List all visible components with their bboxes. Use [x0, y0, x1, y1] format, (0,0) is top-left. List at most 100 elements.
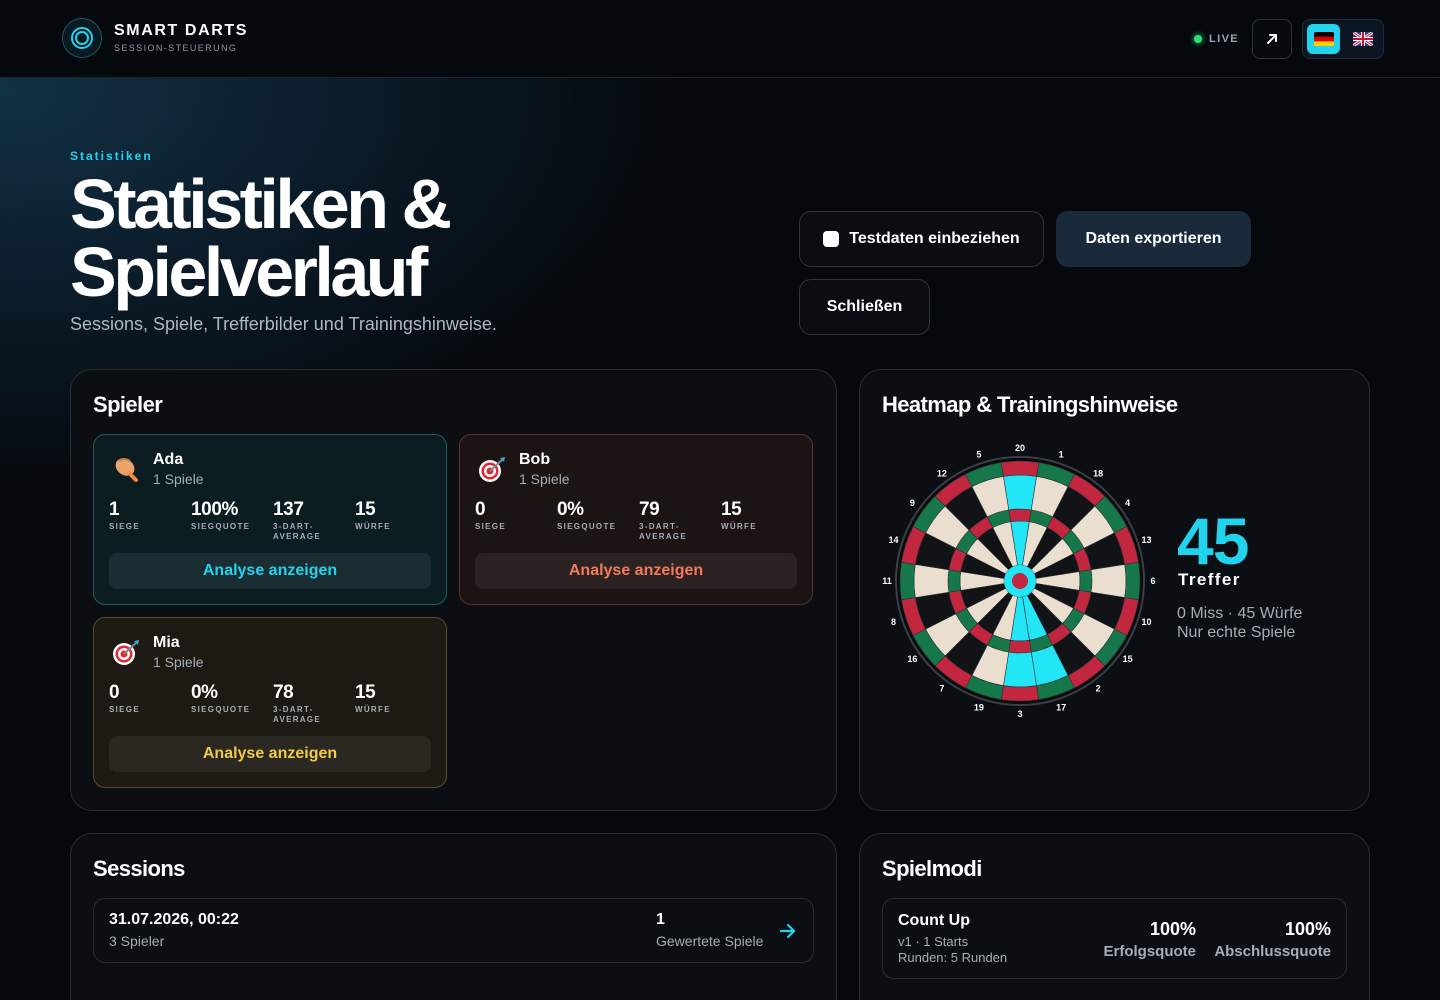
player-card-bob: Bob 1 Spiele 0 SIEGE 0% SIEGQUOTE 79 3-DART…	[459, 434, 813, 605]
stat-win-rate: 100% SIEGQUOTE	[191, 499, 271, 532]
segment-6-triple	[1078, 569, 1093, 593]
flag-uk-icon	[1352, 32, 1373, 46]
board-number-12: 12	[937, 468, 947, 478]
stat-value: 0	[109, 682, 120, 703]
segment-6-outer-single	[1090, 564, 1127, 598]
board-number-4: 4	[1125, 498, 1130, 508]
mode-row: Count Up v1 · 1 Starts Runden: 5 Runden …	[882, 898, 1347, 979]
stat-label: 3-DART- AVERAGE	[273, 705, 322, 724]
player-games: 1 Spiele	[153, 654, 204, 670]
segment-3-outer-single	[1003, 651, 1037, 688]
board-number-6: 6	[1150, 576, 1155, 586]
stat-label: 3-DART- AVERAGE	[273, 522, 322, 541]
mode-rounds: Runden: 5 Runden	[898, 950, 1008, 965]
segment-11-outer-single	[913, 564, 950, 598]
mode-success-rate: 100% Erfolgsquote	[1104, 919, 1197, 960]
stat-label: WÜRFE	[355, 705, 391, 714]
stat-value: 100%	[191, 499, 238, 520]
mode-name: Count Up	[898, 912, 970, 929]
hits-label: Treffer	[1178, 570, 1241, 589]
player-card-ada: Ada 1 Spiele 1 SIEGE 100% SIEGQUOTE 137 3-D…	[93, 434, 447, 605]
stat-label: Abschlussquote	[1214, 943, 1331, 960]
language-de-button[interactable]	[1307, 24, 1340, 54]
board-number-5: 5	[976, 450, 981, 460]
modes-panel-title: Spielmodi	[882, 856, 982, 881]
dartboard-heatmap: 20 1 18 4 13 6 10 15 2 17 3 19 7 16 8 11 14 9 12 5	[882, 443, 1155, 719]
stat-label: WÜRFE	[355, 522, 391, 531]
stat-value: 15	[721, 499, 742, 520]
show-analysis-button[interactable]: Analyse anzeigen	[109, 553, 431, 589]
hits-info: 0 Miss · 45 Würfe Nur echte Spiele	[1177, 604, 1302, 642]
stat-value: 100%	[1149, 919, 1196, 939]
stat-label: 3-DART- AVERAGE	[639, 522, 688, 541]
close-button[interactable]: Schließen	[799, 279, 930, 335]
show-analysis-button[interactable]: Analyse anzeigen	[475, 553, 797, 589]
live-label: LIVE	[1209, 33, 1240, 45]
session-row[interactable]: 31.07.2026, 00:22 3 Spieler 1 Gewertete …	[93, 898, 814, 963]
include-test-data-toggle[interactable]: Testdaten einbeziehen	[799, 211, 1044, 267]
board-number-19: 19	[974, 702, 984, 712]
stat-average: 78 3-DART- AVERAGE	[273, 682, 353, 725]
arrow-up-right-icon	[1267, 34, 1277, 44]
heatmap-panel-title: Heatmap & Trainingshinweise	[882, 392, 1178, 417]
app-subtitle: SESSION-STEUERUNG	[114, 43, 238, 53]
player-name: Bob	[519, 451, 551, 468]
stat-value: 0	[475, 499, 486, 520]
modes-panel: Spielmodi Count Up v1 · 1 Starts Runden:…	[859, 833, 1370, 1000]
segment-3-double	[1000, 685, 1040, 702]
language-en-button[interactable]	[1346, 24, 1379, 54]
stat-label: SIEGE	[109, 522, 140, 531]
board-number-10: 10	[1141, 617, 1151, 627]
board-number-1: 1	[1059, 450, 1064, 460]
stat-label: WÜRFE	[721, 522, 757, 531]
hits-info-line-2: Nur echte Spiele	[1177, 624, 1296, 641]
player-card-mia: Mia 1 Spiele 0 SIEGE 0% SIEGQUOTE 78 3-DART…	[93, 617, 447, 788]
stat-value: 137	[273, 499, 304, 520]
flag-de-icon	[1313, 32, 1334, 46]
segment-20-outer-single	[1003, 474, 1037, 511]
player-name: Ada	[153, 451, 184, 468]
arrow-right-icon[interactable]	[778, 921, 798, 941]
segment-20-triple	[1008, 508, 1032, 523]
board-number-16: 16	[907, 654, 917, 664]
board-number-11: 11	[882, 576, 892, 586]
mode-meta: v1 · 1 Starts Runden: 5 Runden	[898, 934, 1007, 966]
player-name: Mia	[153, 634, 180, 651]
stat-value: 15	[355, 499, 376, 520]
stat-wins: 1 SIEGE	[109, 499, 189, 532]
board-number-3: 3	[1017, 709, 1022, 719]
stat-wins: 0 SIEGE	[109, 682, 189, 715]
mode-completion-rate: 100% Abschlussquote	[1214, 919, 1331, 960]
board-number-8: 8	[891, 617, 896, 627]
stat-wins: 0 SIEGE	[475, 499, 555, 532]
test-data-checkbox[interactable]	[823, 231, 840, 247]
players-panel-title: Spieler	[93, 392, 163, 417]
board-number-7: 7	[939, 684, 944, 694]
board-number-14: 14	[889, 535, 899, 545]
stat-win-rate: 0% SIEGQUOTE	[557, 499, 637, 532]
stat-label: SIEGE	[475, 522, 506, 531]
player-games: 1 Spiele	[519, 471, 570, 487]
include-test-data-label: Testdaten einbeziehen	[849, 230, 1020, 247]
stat-average: 79 3-DART- AVERAGE	[639, 499, 719, 542]
top-bar: SMART DARTS SESSION-STEUERUNG LIVE	[0, 0, 1440, 78]
segment-6-double	[1124, 561, 1141, 601]
page-title-line-1: Statistiken &	[70, 165, 452, 243]
show-analysis-button[interactable]: Analyse anzeigen	[109, 736, 431, 772]
segment-3-triple	[1008, 639, 1032, 654]
stat-throws: 15 WÜRFE	[355, 499, 435, 532]
board-number-20: 20	[1015, 443, 1025, 453]
stat-label: SIEGQUOTE	[557, 522, 617, 531]
board-number-2: 2	[1096, 684, 1101, 694]
stat-label: SIEGQUOTE	[191, 705, 251, 714]
hits-count: 45	[1177, 504, 1249, 578]
board-number-18: 18	[1093, 468, 1103, 478]
stat-value: 100%	[1284, 919, 1331, 939]
segment-11-double	[899, 561, 916, 601]
stat-label: SIEGQUOTE	[191, 522, 251, 531]
stat-throws: 15 WÜRFE	[721, 499, 801, 532]
open-external-button[interactable]	[1252, 19, 1292, 59]
export-data-button[interactable]: Daten exportieren	[1056, 211, 1251, 267]
mode-version: v1 · 1 Starts	[898, 934, 969, 949]
stat-label: SIEGE	[109, 705, 140, 714]
